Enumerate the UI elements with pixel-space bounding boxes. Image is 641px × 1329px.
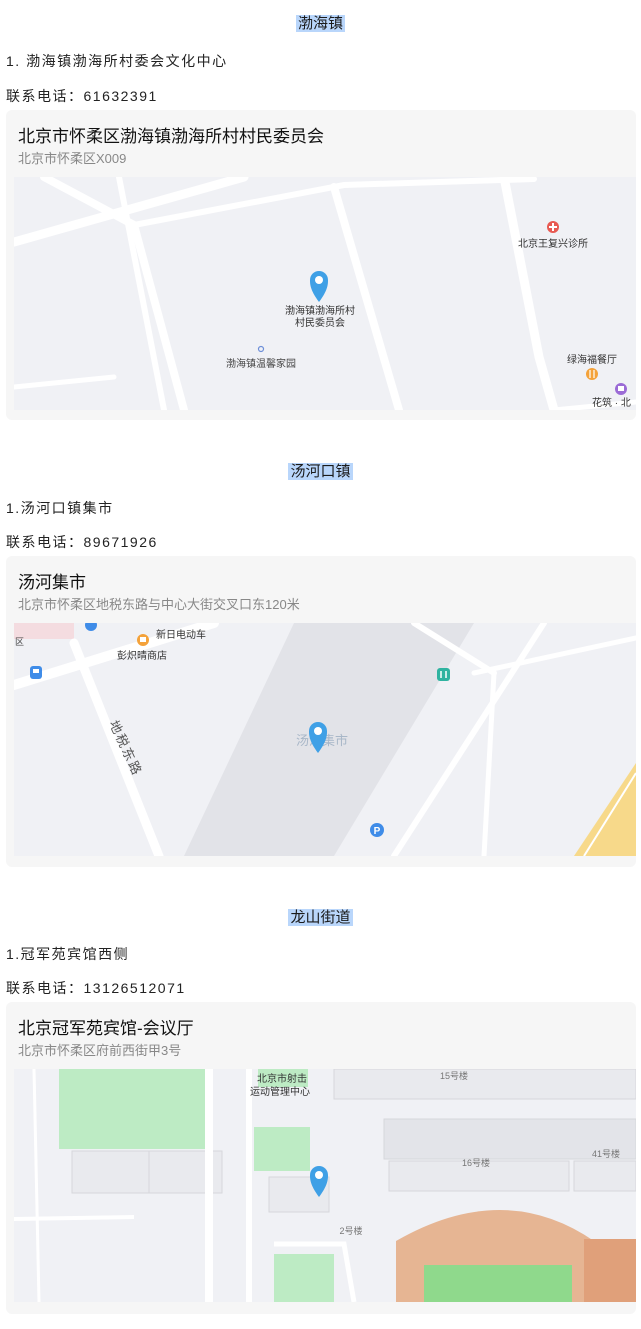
- hotel-icon[interactable]: [615, 383, 627, 395]
- clinic-label: 北京王复兴诊所: [518, 237, 588, 250]
- garden-label: 渤海镇温馨家园: [226, 357, 296, 370]
- restaurant-icon[interactable]: [586, 368, 598, 380]
- location-address: 北京市怀柔区地税东路与中心大街交叉口东120米: [18, 597, 300, 612]
- section-tanghekou: 汤河口镇 1.汤河口镇集市 联系电话：89671926 汤河集市 北京市怀柔区地…: [0, 448, 641, 873]
- map-view[interactable]: 区 新日电动车 彭炽晴商店 地税东路 P: [14, 623, 636, 856]
- building-41-label: 41号楼: [592, 1148, 620, 1159]
- location-card[interactable]: 北京市怀柔区渤海镇渤海所村村民委员会 北京市怀柔区X009 北京王复兴诊所 渤海…: [6, 110, 636, 420]
- location-name: 汤河集市: [18, 573, 86, 592]
- section-longshan: 龙山街道 1.冠军苑宾馆西侧 联系电话：13126512071 北京冠军苑宾馆-…: [0, 894, 641, 1324]
- location-name: 北京市怀柔区渤海镇渤海所村村民委员会: [18, 127, 324, 146]
- location-pin-icon[interactable]: [310, 271, 328, 302]
- bus-stop-icon[interactable]: [85, 623, 97, 631]
- bus-stop-icon[interactable]: [30, 666, 42, 679]
- map-view[interactable]: 北京市射击 运动管理中心 15号楼 16号楼 41号楼 2号楼: [14, 1069, 636, 1302]
- phone-line[interactable]: 联系电话：61632391: [6, 86, 158, 106]
- restaurant-label: 绿海福餐厅: [567, 353, 617, 366]
- location-address: 北京市怀柔区府前西街甲3号: [18, 1043, 182, 1058]
- svg-text:P: P: [374, 826, 381, 837]
- section-title: 龙山街道: [288, 909, 353, 926]
- location-card[interactable]: 汤河集市 北京市怀柔区地税东路与中心大街交叉口东120米 区 新日电动车 彭炽晴…: [6, 556, 636, 867]
- building-16-label: 16号楼: [462, 1157, 490, 1168]
- location-name: 北京冠军苑宾馆-会议厅: [18, 1019, 194, 1038]
- flower-label: 花筑 · 北: [592, 396, 631, 409]
- shop-label: 彭炽晴商店: [117, 649, 167, 662]
- parking-icon[interactable]: P: [370, 823, 384, 837]
- clinic-marker-icon[interactable]: [547, 221, 559, 233]
- center-label-line2: 运动管理中心: [250, 1085, 310, 1098]
- section-bohai: 渤海镇 1. 渤海镇渤海所村委会文化中心 联系电话：61632391 北京市怀柔…: [0, 0, 641, 425]
- garden-dot-icon: [257, 345, 265, 353]
- ev-store-label: 新日电动车: [156, 628, 206, 641]
- section-title: 汤河口镇: [288, 463, 353, 480]
- shop-icon[interactable]: [137, 634, 149, 646]
- poi-name-line1: 渤海镇渤海所村: [285, 304, 355, 317]
- location-address: 北京市怀柔区X009: [18, 151, 127, 166]
- item-line: 1. 渤海镇渤海所村委会文化中心: [6, 53, 228, 69]
- map-view[interactable]: 北京王复兴诊所 渤海镇渤海所村 村民委员会 渤海镇温馨家园 绿海福餐厅 花筑 ·…: [14, 177, 636, 410]
- building-icon[interactable]: [437, 668, 450, 681]
- phone-line[interactable]: 联系电话：89671926: [6, 532, 158, 552]
- poi-name-line2: 村民委员会: [295, 316, 345, 329]
- section-title: 渤海镇: [295, 15, 345, 32]
- building-2-label: 2号楼: [339, 1225, 362, 1236]
- building-15-label: 15号楼: [440, 1070, 468, 1081]
- phone-line[interactable]: 联系电话：13126512071: [6, 978, 186, 998]
- item-line: 1.冠军苑宾馆西侧: [6, 946, 130, 962]
- item-line: 1.汤河口镇集市: [6, 500, 114, 516]
- edge-label: 区: [15, 637, 24, 647]
- center-label-line1: 北京市射击: [257, 1072, 307, 1085]
- location-card[interactable]: 北京冠军苑宾馆-会议厅 北京市怀柔区府前西街甲3号 北京市射击 运动管理中心 1…: [6, 1002, 636, 1314]
